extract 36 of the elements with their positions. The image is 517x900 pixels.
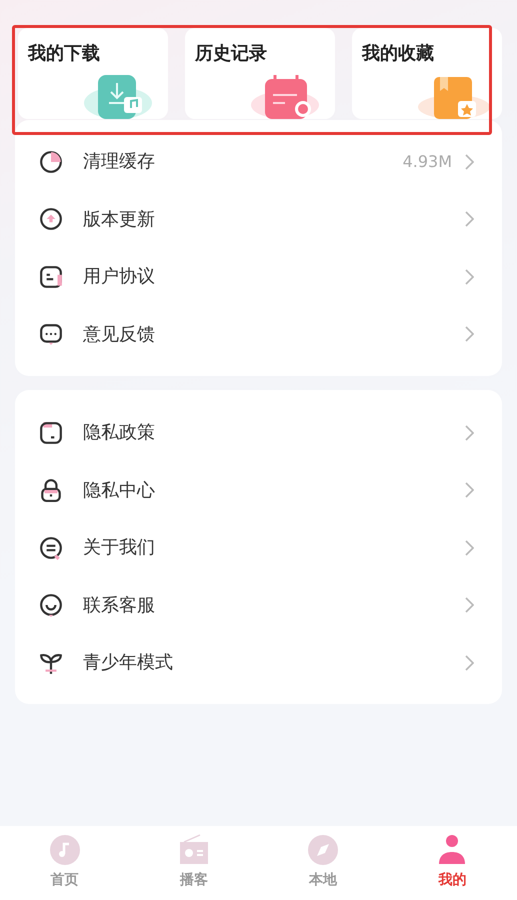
chat-icon	[39, 322, 63, 346]
chevron-icon	[464, 597, 474, 614]
card-title: 我的收藏	[362, 43, 434, 64]
chevron-icon	[464, 424, 474, 441]
menu-item[interactable]: 青少年模式	[83, 649, 464, 676]
document-icon	[39, 420, 63, 445]
pie-icon	[39, 150, 63, 174]
menu-item[interactable]: 隐私中心	[83, 476, 464, 504]
chevron-icon	[464, 154, 474, 170]
menu-item[interactable]: 版本更新	[83, 206, 464, 233]
menu-item[interactable]: 清理缓存	[83, 148, 403, 176]
shortcut-card[interactable]: 历史记录	[185, 28, 335, 119]
menu-item[interactable]: 关于我们	[83, 534, 464, 562]
music-icon	[48, 834, 81, 866]
menu-item[interactable]: 联系客服	[83, 592, 464, 619]
chevron-icon	[464, 482, 474, 498]
card-title: 历史记录	[195, 43, 267, 64]
chevron-icon	[464, 326, 474, 342]
chevron-icon	[464, 540, 474, 556]
upload-icon	[39, 207, 63, 232]
card-title: 我的下载	[28, 43, 100, 64]
tab[interactable]: 我的	[388, 826, 517, 900]
chevron-icon	[464, 268, 474, 285]
shortcut-card[interactable]: 我的下载	[18, 28, 168, 119]
menu-item[interactable]: 隐私政策	[83, 419, 464, 446]
compass-icon	[307, 834, 340, 866]
document-icon	[39, 264, 63, 289]
radio-icon	[178, 834, 210, 866]
menu-item[interactable]: 用户协议	[83, 263, 464, 290]
lock-icon	[39, 478, 63, 502]
chevron-icon	[464, 654, 474, 671]
cache-size: 4.93M	[402, 150, 452, 173]
shortcut-card[interactable]: 我的收藏	[352, 28, 502, 119]
chevron-icon	[464, 211, 474, 228]
smile-icon	[39, 593, 63, 618]
menu-item[interactable]: 意见反馈	[83, 320, 464, 348]
